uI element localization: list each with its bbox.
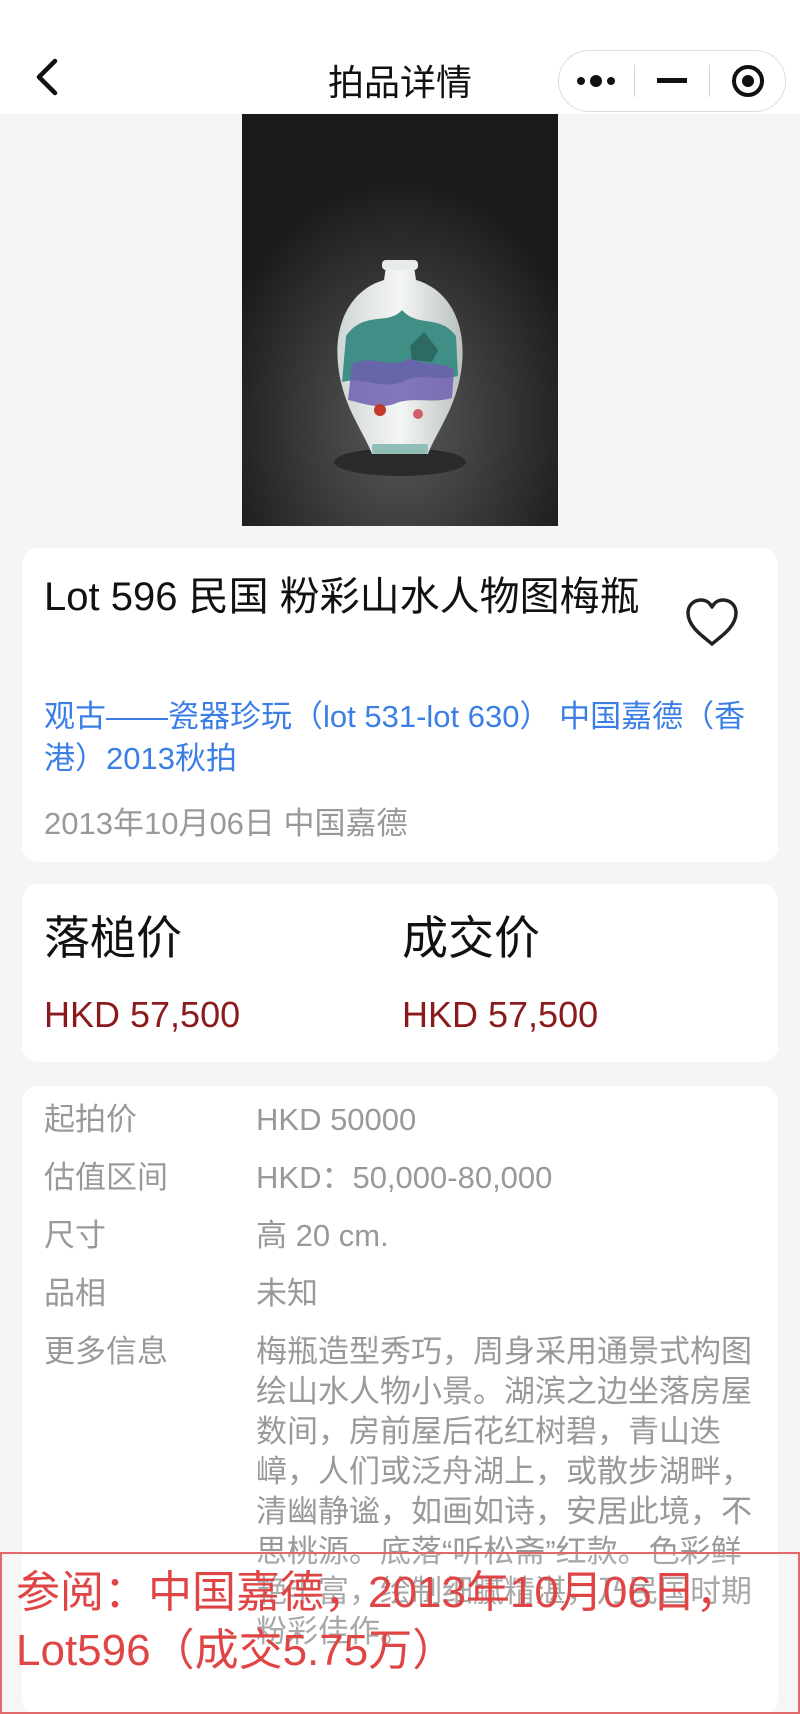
deal-price-value: HKD 57,500 [402, 994, 599, 1035]
lot-image[interactable] [242, 114, 558, 526]
minimize-button[interactable] [635, 51, 710, 111]
vase-image [242, 114, 558, 526]
deal-price-label: 成交价 [402, 912, 540, 964]
hammer-price: 落槌价 HKD 57,500 [44, 906, 240, 1036]
top-bar: 拍品详情 [0, 0, 800, 114]
target-close-icon [731, 65, 764, 97]
info-key: 估值区间 [44, 1160, 168, 1195]
info-key: 尺寸 [44, 1218, 106, 1253]
info-value: HKD：50,000-80,000 [256, 1160, 553, 1195]
info-key: 起拍价 [44, 1102, 137, 1137]
favorite-button[interactable] [682, 594, 742, 654]
mini-program-capsule [558, 50, 786, 112]
heart-icon [686, 598, 738, 646]
auction-session-link[interactable]: 观古——瓷器珍玩（lot 531-lot 630） 中国嘉德（香港）2013秋拍 [44, 696, 764, 780]
auction-date: 2013年10月06日 中国嘉德 [44, 806, 408, 841]
price-card: 落槌价 HKD 57,500 成交价 HKD 57,500 [22, 884, 778, 1062]
reference-watermark: 参阅：中国嘉德，2013年10月06日，Lot596（成交5.75万） [0, 1552, 800, 1714]
info-key: 品相 [44, 1276, 106, 1311]
lot-info-card: Lot 596 民国 粉彩山水人物图梅瓶 观古——瓷器珍玩（lot 531-lo… [22, 548, 778, 862]
info-value: 未知 [256, 1276, 318, 1311]
hammer-price-value: HKD 57,500 [44, 994, 241, 1035]
close-button[interactable] [710, 51, 785, 111]
deal-price: 成交价 HKD 57,500 [402, 906, 598, 1036]
more-dots-icon [577, 75, 616, 87]
info-value: HKD 50000 [256, 1102, 417, 1137]
minus-icon [657, 78, 687, 83]
hammer-price-label: 落槌价 [44, 912, 182, 964]
lot-title: Lot 596 民国 粉彩山水人物图梅瓶 [44, 575, 640, 619]
info-value: 高 20 cm. [256, 1218, 389, 1253]
info-key: 更多信息 [44, 1334, 168, 1369]
more-button[interactable] [559, 51, 634, 111]
